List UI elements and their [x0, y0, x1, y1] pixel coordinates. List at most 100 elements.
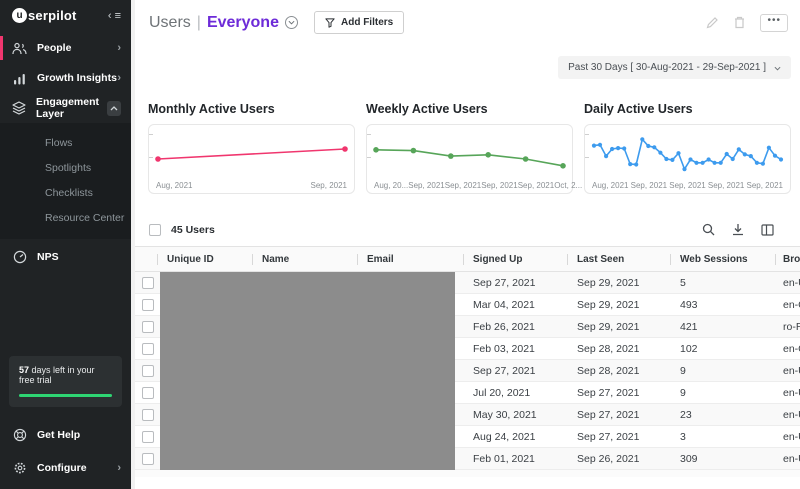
column-header-name[interactable]: Name [252, 254, 357, 265]
cell-web-sessions: 102 [670, 343, 775, 355]
sidebar-item-resource-center[interactable]: Resource Center [0, 205, 131, 230]
line-chart [151, 128, 352, 181]
date-range-selector[interactable]: Past 30 Days [ 30-Aug-2021 - 29-Sep-2021… [558, 56, 791, 79]
delete-icon[interactable] [734, 16, 745, 29]
download-icon[interactable] [732, 223, 744, 236]
cell-signed-up: Feb 03, 2021 [463, 343, 567, 355]
collapse-submenu-button[interactable] [107, 101, 121, 116]
row-checkbox[interactable] [142, 343, 154, 355]
edit-icon[interactable] [706, 16, 719, 29]
partial-row [135, 470, 800, 477]
app-root: u serpilot ‹ ≡ People › Growth Insights … [0, 0, 800, 489]
column-header-web-sessions[interactable]: Web Sessions [670, 254, 775, 265]
page-header: Users | Everyone Add Filters ••• [135, 0, 800, 34]
cell-web-sessions: 493 [670, 299, 775, 311]
x-axis-label: Sep, 2021 [311, 181, 347, 190]
table-actions [702, 223, 786, 236]
x-axis-label: Sep, 2021 [708, 181, 744, 190]
sidebar-item-configure[interactable]: Configure › [0, 456, 131, 480]
cell-last-seen: Sep 29, 2021 [567, 299, 670, 311]
table-toolbar: 45 Users [135, 194, 800, 246]
chart-title: Monthly Active Users [148, 102, 355, 116]
title-separator: | [197, 14, 201, 32]
cell-browser: en-US [775, 409, 800, 421]
logo-text: serpilot [28, 8, 77, 23]
table-header: Unique IDNameEmailSigned UpLast SeenWeb … [135, 246, 800, 272]
row-checkbox[interactable] [142, 277, 154, 289]
sidebar-item-label: NPS [37, 251, 59, 263]
charts-row: Monthly Active Users Aug, 2021Sep, 2021 … [135, 79, 800, 194]
chart-card[interactable]: Aug, 2021Sep, 2021Sep, 2021Sep, 2021Sep,… [584, 124, 791, 194]
trial-banner: 57 days left in your free trial [9, 356, 122, 407]
cell-web-sessions: 421 [670, 321, 775, 333]
y-tick [367, 157, 371, 158]
select-all-checkbox[interactable] [149, 224, 161, 236]
cell-web-sessions: 3 [670, 431, 775, 443]
cell-web-sessions: 5 [670, 277, 775, 289]
columns-icon[interactable] [761, 224, 774, 236]
sidebar-item-checklists[interactable]: Checklists [0, 180, 131, 205]
add-filters-button[interactable]: Add Filters [314, 11, 404, 34]
segment-dropdown-icon[interactable] [285, 16, 298, 29]
chart-title: Daily Active Users [584, 102, 791, 116]
cell-signed-up: Feb 01, 2021 [463, 453, 567, 465]
cell-last-seen: Sep 29, 2021 [567, 321, 670, 333]
cell-last-seen: Sep 28, 2021 [567, 365, 670, 377]
users-table: Unique IDNameEmailSigned UpLast SeenWeb … [135, 246, 800, 477]
logo: u serpilot ‹ ≡ [0, 0, 131, 33]
cell-signed-up: Feb 26, 2021 [463, 321, 567, 333]
sidebar-collapse-icon[interactable]: ‹ ≡ [108, 10, 121, 22]
cell-signed-up: Sep 27, 2021 [463, 365, 567, 377]
sidebar-item-people[interactable]: People › [0, 36, 131, 60]
user-count: 45 Users [171, 224, 215, 236]
sidebar-item-flows[interactable]: Flows [0, 130, 131, 155]
sidebar-item-growth-insights[interactable]: Growth Insights › [0, 66, 131, 90]
row-checkbox[interactable] [142, 409, 154, 421]
cell-browser: en-US [775, 431, 800, 443]
column-header-signed-up[interactable]: Signed Up [463, 254, 567, 265]
chart-title: Weekly Active Users [366, 102, 573, 116]
cell-web-sessions: 9 [670, 365, 775, 377]
date-filter-row: Past 30 Days [ 30-Aug-2021 - 29-Sep-2021… [135, 34, 800, 79]
x-axis-label: Sep, 2021 [518, 181, 554, 190]
cell-browser: ro-RO [775, 321, 800, 333]
sidebar-item-engagement-layer[interactable]: Engagement Layer [0, 96, 131, 120]
cell-signed-up: Jul 20, 2021 [463, 387, 567, 399]
x-axis-label: Aug, 20... [374, 181, 408, 190]
segment-name[interactable]: Everyone [207, 14, 279, 32]
x-axis-label: Aug, 2021 [156, 181, 192, 190]
row-checkbox[interactable] [142, 387, 154, 399]
row-checkbox[interactable] [142, 365, 154, 377]
cell-last-seen: Sep 27, 2021 [567, 409, 670, 421]
sidebar-item-label: Get Help [37, 429, 80, 441]
cell-signed-up: May 30, 2021 [463, 409, 567, 421]
more-options-button[interactable]: ••• [760, 14, 788, 32]
column-header-email[interactable]: Email [357, 254, 463, 265]
table-body: Sep 27, 2021 Sep 29, 2021 5 en-US Mar 04… [135, 272, 800, 470]
row-checkbox[interactable] [142, 431, 154, 443]
search-icon[interactable] [702, 223, 715, 236]
row-checkbox[interactable] [142, 321, 154, 333]
chart-card[interactable]: Aug, 2021 Sep, 2021 [148, 124, 355, 194]
cell-browser: en-US [775, 365, 800, 377]
sidebar-item-get-help[interactable]: Get Help [0, 423, 131, 447]
chart-card[interactable]: Aug, 20...Sep, 2021Sep, 2021Sep, 2021Sep… [366, 124, 573, 194]
column-header-browser[interactable]: Browser [775, 254, 800, 265]
sidebar-item-spotlights[interactable]: Spotlights [0, 155, 131, 180]
column-header-unique-id[interactable]: Unique ID [157, 254, 252, 265]
row-checkbox[interactable] [142, 453, 154, 465]
y-tick [149, 157, 153, 158]
chevron-down-icon [774, 63, 781, 73]
row-checkbox[interactable] [142, 299, 154, 311]
column-header-last-seen[interactable]: Last Seen [567, 254, 670, 265]
x-axis-labels: Aug, 20...Sep, 2021Sep, 2021Sep, 2021Sep… [369, 181, 570, 193]
x-axis-labels: Aug, 2021 Sep, 2021 [151, 181, 352, 193]
sidebar-item-nps[interactable]: NPS [0, 245, 131, 269]
logo-mark: u [12, 8, 27, 23]
y-tick [149, 134, 153, 135]
date-range-label: Past 30 Days [ 30-Aug-2021 - 29-Sep-2021… [568, 62, 766, 73]
sidebar-item-label: Growth Insights [37, 72, 117, 84]
y-tick [585, 134, 589, 135]
cell-last-seen: Sep 29, 2021 [567, 277, 670, 289]
people-icon [12, 41, 27, 56]
